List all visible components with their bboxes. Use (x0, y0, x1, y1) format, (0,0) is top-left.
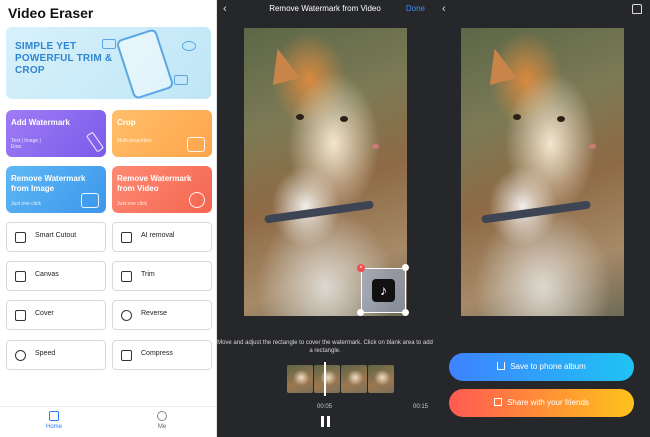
compress-icon (121, 350, 132, 361)
tool-smart-cutout[interactable]: Smart Cutout (6, 222, 106, 252)
home-icon (49, 411, 59, 421)
bottom-nav: Home Me (0, 406, 216, 437)
download-icon (497, 362, 506, 370)
nav-home[interactable]: Home (34, 411, 74, 430)
cutout-icon (15, 232, 26, 243)
resize-handle-bottom-left[interactable] (357, 309, 364, 316)
timeline-strip[interactable] (287, 365, 394, 393)
cat-eye (340, 116, 348, 122)
image-deco-icon (102, 39, 116, 49)
pause-icon[interactable] (321, 416, 330, 427)
canvas-icon (15, 271, 26, 282)
add-watermark-card[interactable]: Add Watermark Text | Image | Emo (6, 110, 106, 157)
tool-label: Smart Cutout (35, 232, 77, 239)
image-icon (81, 193, 99, 208)
cat-ear (264, 44, 300, 86)
crop-deco-icon (174, 75, 188, 85)
speedometer-icon (15, 350, 26, 361)
card-title: Add Watermark (11, 118, 70, 127)
settings-deco-icon (182, 41, 196, 51)
tool-label: Compress (141, 350, 173, 357)
tool-speed[interactable]: Speed (6, 340, 106, 370)
tool-cover[interactable]: Cover (6, 300, 106, 330)
cat-nose (372, 144, 379, 149)
crop-card[interactable]: Crop Multi-proportion (112, 110, 212, 157)
remove-watermark-video-card[interactable]: Remove Watermark from Video Just one cli… (112, 166, 212, 213)
timeline-frame (287, 365, 313, 393)
app-title: Video Eraser (8, 5, 94, 21)
tool-canvas[interactable]: Canvas (6, 261, 106, 291)
editor-top-bar: ‹ Remove Watermark from Video Done (217, 0, 433, 20)
current-time: 00:05 (317, 404, 333, 410)
book-icon (15, 310, 26, 321)
cat-eye (296, 114, 304, 120)
done-button[interactable]: Done (406, 4, 425, 13)
resize-handle-bottom-right[interactable] (402, 309, 409, 316)
crop-play-icon (187, 137, 205, 152)
card-subtitle: Just one click (11, 201, 42, 207)
reverse-icon (121, 310, 132, 321)
phone-illustration-icon (115, 28, 175, 99)
save-label: Save to phone album (510, 362, 586, 371)
pencil-icon (85, 131, 105, 153)
user-icon (157, 411, 167, 421)
tool-compress[interactable]: Compress (112, 340, 212, 370)
save-to-album-button[interactable]: Save to phone album (449, 353, 634, 381)
back-arrow-icon[interactable]: ‹ (442, 3, 446, 15)
promo-banner[interactable]: SIMPLE YET POWERFUL TRIM & CROP (6, 27, 211, 99)
card-title: Remove Watermark from Image (11, 174, 86, 193)
screenshot-root: Video Eraser SIMPLE YET POWERFUL TRIM & … (0, 0, 650, 437)
nav-me[interactable]: Me (142, 411, 182, 430)
timeline-frame (341, 365, 367, 393)
home-screen: Video Eraser SIMPLE YET POWERFUL TRIM & … (0, 0, 217, 437)
playhead[interactable] (324, 362, 326, 396)
cat-collar (263, 200, 375, 224)
tool-label: AI removal (141, 232, 175, 239)
tool-label: Canvas (35, 271, 59, 278)
close-icon[interactable]: × (357, 264, 365, 272)
tiktok-logo: ♪ (372, 279, 395, 302)
editor-title: Remove Watermark from Video (269, 4, 381, 13)
share-label: Share with your friends (507, 398, 589, 407)
tool-label: Reverse (141, 310, 168, 317)
tool-label: Speed (35, 350, 56, 357)
total-time: 00:15 (413, 404, 429, 410)
tool-ai-removal[interactable]: AI removal (112, 222, 212, 252)
home-icon[interactable] (632, 4, 642, 14)
tool-reverse[interactable]: Reverse (112, 300, 212, 330)
trim-icon (121, 271, 132, 282)
pause-bar (321, 416, 324, 427)
tool-label: Trim (141, 271, 155, 278)
cat-eye (557, 116, 565, 122)
cat-nose (589, 144, 596, 149)
card-subtitle: Just one click (117, 201, 148, 207)
card-title: Crop (117, 118, 136, 127)
editor-hint: Move and adjust the rectangle to cover t… (217, 340, 433, 354)
timeline-frame (314, 365, 340, 393)
timeline-frame (368, 365, 394, 393)
cat-ear (481, 44, 517, 86)
tool-label: Cover (35, 310, 54, 317)
resize-handle-top-right[interactable] (402, 264, 409, 271)
result-preview (461, 28, 624, 316)
card-title: Remove Watermark from Video (117, 174, 192, 193)
card-subtitle: Text | Image | Emo (11, 138, 41, 150)
share-button[interactable]: Share with your friends (449, 389, 634, 417)
cat-collar (480, 200, 592, 224)
film-reel-icon (189, 192, 205, 208)
tool-trim[interactable]: Trim (112, 261, 212, 291)
share-icon (494, 398, 503, 406)
nav-label: Home (45, 424, 62, 430)
nav-label: Me (157, 424, 167, 430)
cat-eye (513, 114, 521, 120)
card-subtitle: Multi-proportion (117, 138, 152, 144)
remove-watermark-image-card[interactable]: Remove Watermark from Image Just one cli… (6, 166, 106, 213)
eraser-icon (121, 232, 132, 243)
pause-bar (327, 416, 330, 427)
